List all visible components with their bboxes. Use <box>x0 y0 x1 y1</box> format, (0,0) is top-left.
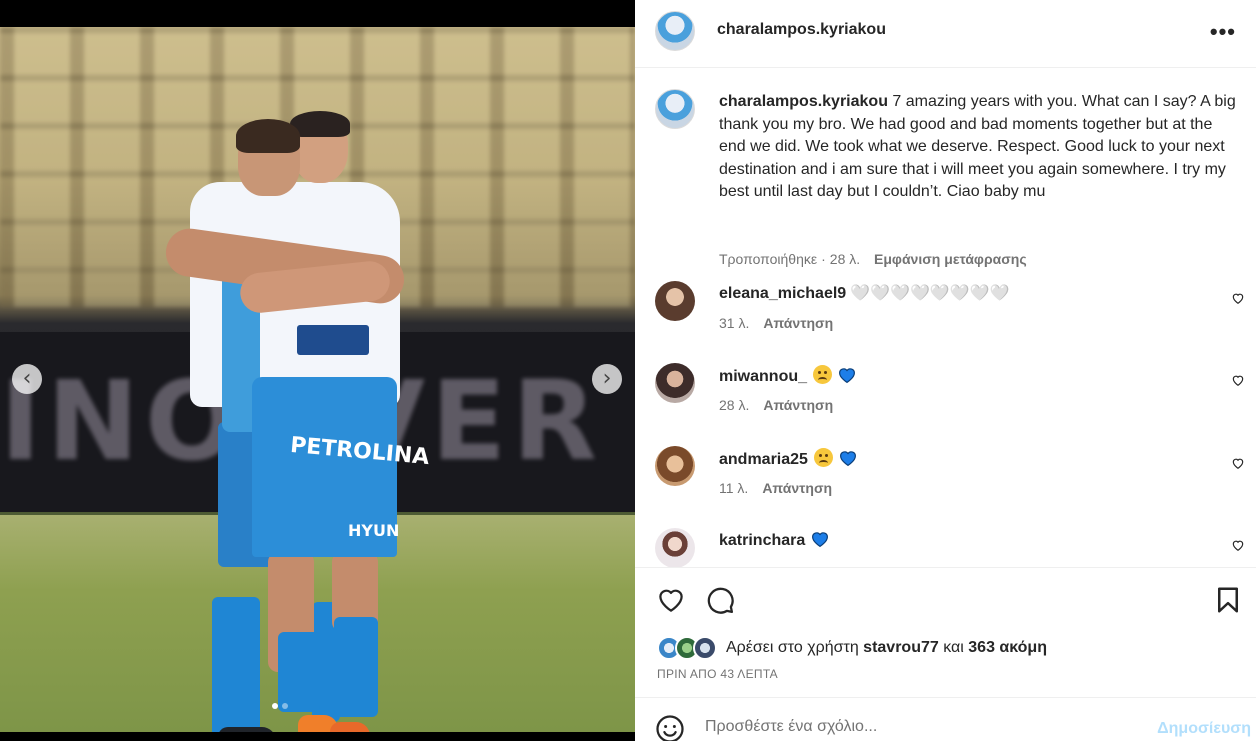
author-username[interactable]: charalampos.kyriakou <box>717 21 886 39</box>
comment-meta: 28 λ. Απάντηση <box>719 397 833 413</box>
comment-line: andmaria25 <box>719 448 858 469</box>
caption-text: charalampos.kyriakou 7 amazing years wit… <box>719 91 1239 204</box>
comment-icon[interactable] <box>705 585 735 615</box>
commenter-avatar[interactable] <box>655 281 695 321</box>
edited-label: Τροποποιήθηκε <box>719 251 818 267</box>
like-comment-icon[interactable] <box>1231 538 1245 552</box>
commenter-avatar[interactable] <box>655 446 695 486</box>
previous-media-button[interactable]: ‹ <box>12 364 42 394</box>
commenter-avatar[interactable] <box>655 363 695 403</box>
post-timestamp[interactable]: ΠΡΙΝ ΑΠΟ 43 ΛΕΠΤΑ <box>657 667 778 681</box>
post-details-panel: charalampos.kyriakou ••• charalampos.kyr… <box>635 0 1256 741</box>
blue-heart-emoji <box>839 451 856 467</box>
comment-meta: 11 λ. Απάντηση <box>719 480 832 496</box>
comment-item: katrinchara <box>655 528 1245 567</box>
player-boot <box>218 727 276 732</box>
reply-button[interactable]: Απάντηση <box>762 480 832 496</box>
liker-avatars <box>657 636 719 662</box>
player-hair <box>236 119 300 153</box>
comment-item: eleana_michael9 🤍🤍🤍🤍🤍🤍🤍🤍 31 λ. Απάντηση <box>655 281 1245 351</box>
carousel-dot <box>272 703 278 709</box>
post-comment-button[interactable]: Δημοσίευση <box>1157 720 1251 738</box>
caption-username[interactable]: charalampos.kyriakou <box>719 93 888 110</box>
shirt-sponsor-patch <box>297 325 369 355</box>
player-sock <box>334 617 378 717</box>
commenter-username[interactable]: andmaria25 <box>719 451 808 468</box>
add-comment-bar: Δημοσίευση <box>635 697 1256 741</box>
comment-text: 🤍🤍🤍🤍🤍🤍🤍🤍 <box>850 285 1010 302</box>
see-translation-button[interactable]: Εμφάνιση μετάφρασης <box>874 251 1027 267</box>
like-comment-icon[interactable] <box>1231 373 1245 387</box>
likes-prefix: Αρέσει στο χρήστη <box>726 639 859 656</box>
commenter-username[interactable]: eleana_michael9 <box>719 285 846 302</box>
instagram-post-view: INOUVER P PETROLINA HYUN <box>0 0 1256 741</box>
comment-meta: 31 λ. Απάντηση <box>719 315 833 331</box>
commenter-username[interactable]: katrinchara <box>719 532 805 549</box>
player-sock <box>278 632 320 712</box>
pleading-face-emoji <box>813 365 833 384</box>
reply-button[interactable]: Απάντηση <box>763 397 833 413</box>
likes-others-count[interactable]: 363 ακόμη <box>968 639 1047 656</box>
post-header: charalampos.kyriakou ••• <box>635 0 1256 68</box>
smiley-icon[interactable] <box>655 714 685 741</box>
next-media-button[interactable]: › <box>592 364 622 394</box>
commenter-username[interactable]: miwannou_ <box>719 368 807 385</box>
author-avatar[interactable] <box>655 89 695 129</box>
comment-line: miwannou_ <box>719 365 857 386</box>
chevron-right-icon: › <box>602 366 612 391</box>
comment-line: eleana_michael9 🤍🤍🤍🤍🤍🤍🤍🤍 <box>719 283 1010 303</box>
like-comment-icon[interactable] <box>1231 291 1245 305</box>
author-avatar[interactable] <box>655 11 695 51</box>
avatar <box>693 636 717 660</box>
post-photo: INOUVER P PETROLINA HYUN <box>0 27 635 732</box>
shorts-brand: HYUN <box>348 521 400 540</box>
comment-age: 11 λ. <box>719 480 749 496</box>
caption-age: 28 λ. <box>829 251 861 267</box>
blue-heart-emoji <box>838 368 855 384</box>
comment-item: miwannou_ 28 λ. Απάντηση <box>655 363 1245 433</box>
player-sock <box>212 597 260 732</box>
reply-button[interactable]: Απάντηση <box>763 315 833 331</box>
chevron-left-icon: ‹ <box>22 366 32 391</box>
bookmark-icon[interactable] <box>1213 585 1243 615</box>
carousel-indicator <box>272 703 288 709</box>
caption-meta: Τροποποιήθηκε · 28 λ. Εμφάνιση μετάφρασης <box>719 251 1027 267</box>
likes-and: και <box>943 639 964 656</box>
commenter-avatar[interactable] <box>655 528 695 567</box>
more-options-button[interactable]: ••• <box>1210 19 1236 45</box>
comment-item: andmaria25 11 λ. Απάντηση <box>655 446 1245 516</box>
post-actions: Αρέσει στο χρήστη stavrou77 και 363 ακόμ… <box>635 567 1256 697</box>
comment-line: katrinchara <box>719 530 830 550</box>
liked-by-username[interactable]: stavrou77 <box>863 639 939 656</box>
comments-list[interactable]: charalampos.kyriakou 7 amazing years wit… <box>635 69 1256 567</box>
likes-text: Αρέσει στο χρήστη stavrou77 και 363 ακόμ… <box>726 639 1047 657</box>
comment-input[interactable] <box>705 718 1125 736</box>
comment-age: 31 λ. <box>719 315 750 331</box>
blue-heart-emoji <box>811 532 828 548</box>
sad-face-emoji <box>814 448 834 467</box>
comment-age: 28 λ. <box>719 397 750 413</box>
heart-icon[interactable] <box>656 585 686 615</box>
carousel-dot <box>282 703 288 709</box>
media-panel: INOUVER P PETROLINA HYUN <box>0 0 635 741</box>
like-comment-icon[interactable] <box>1231 456 1245 470</box>
